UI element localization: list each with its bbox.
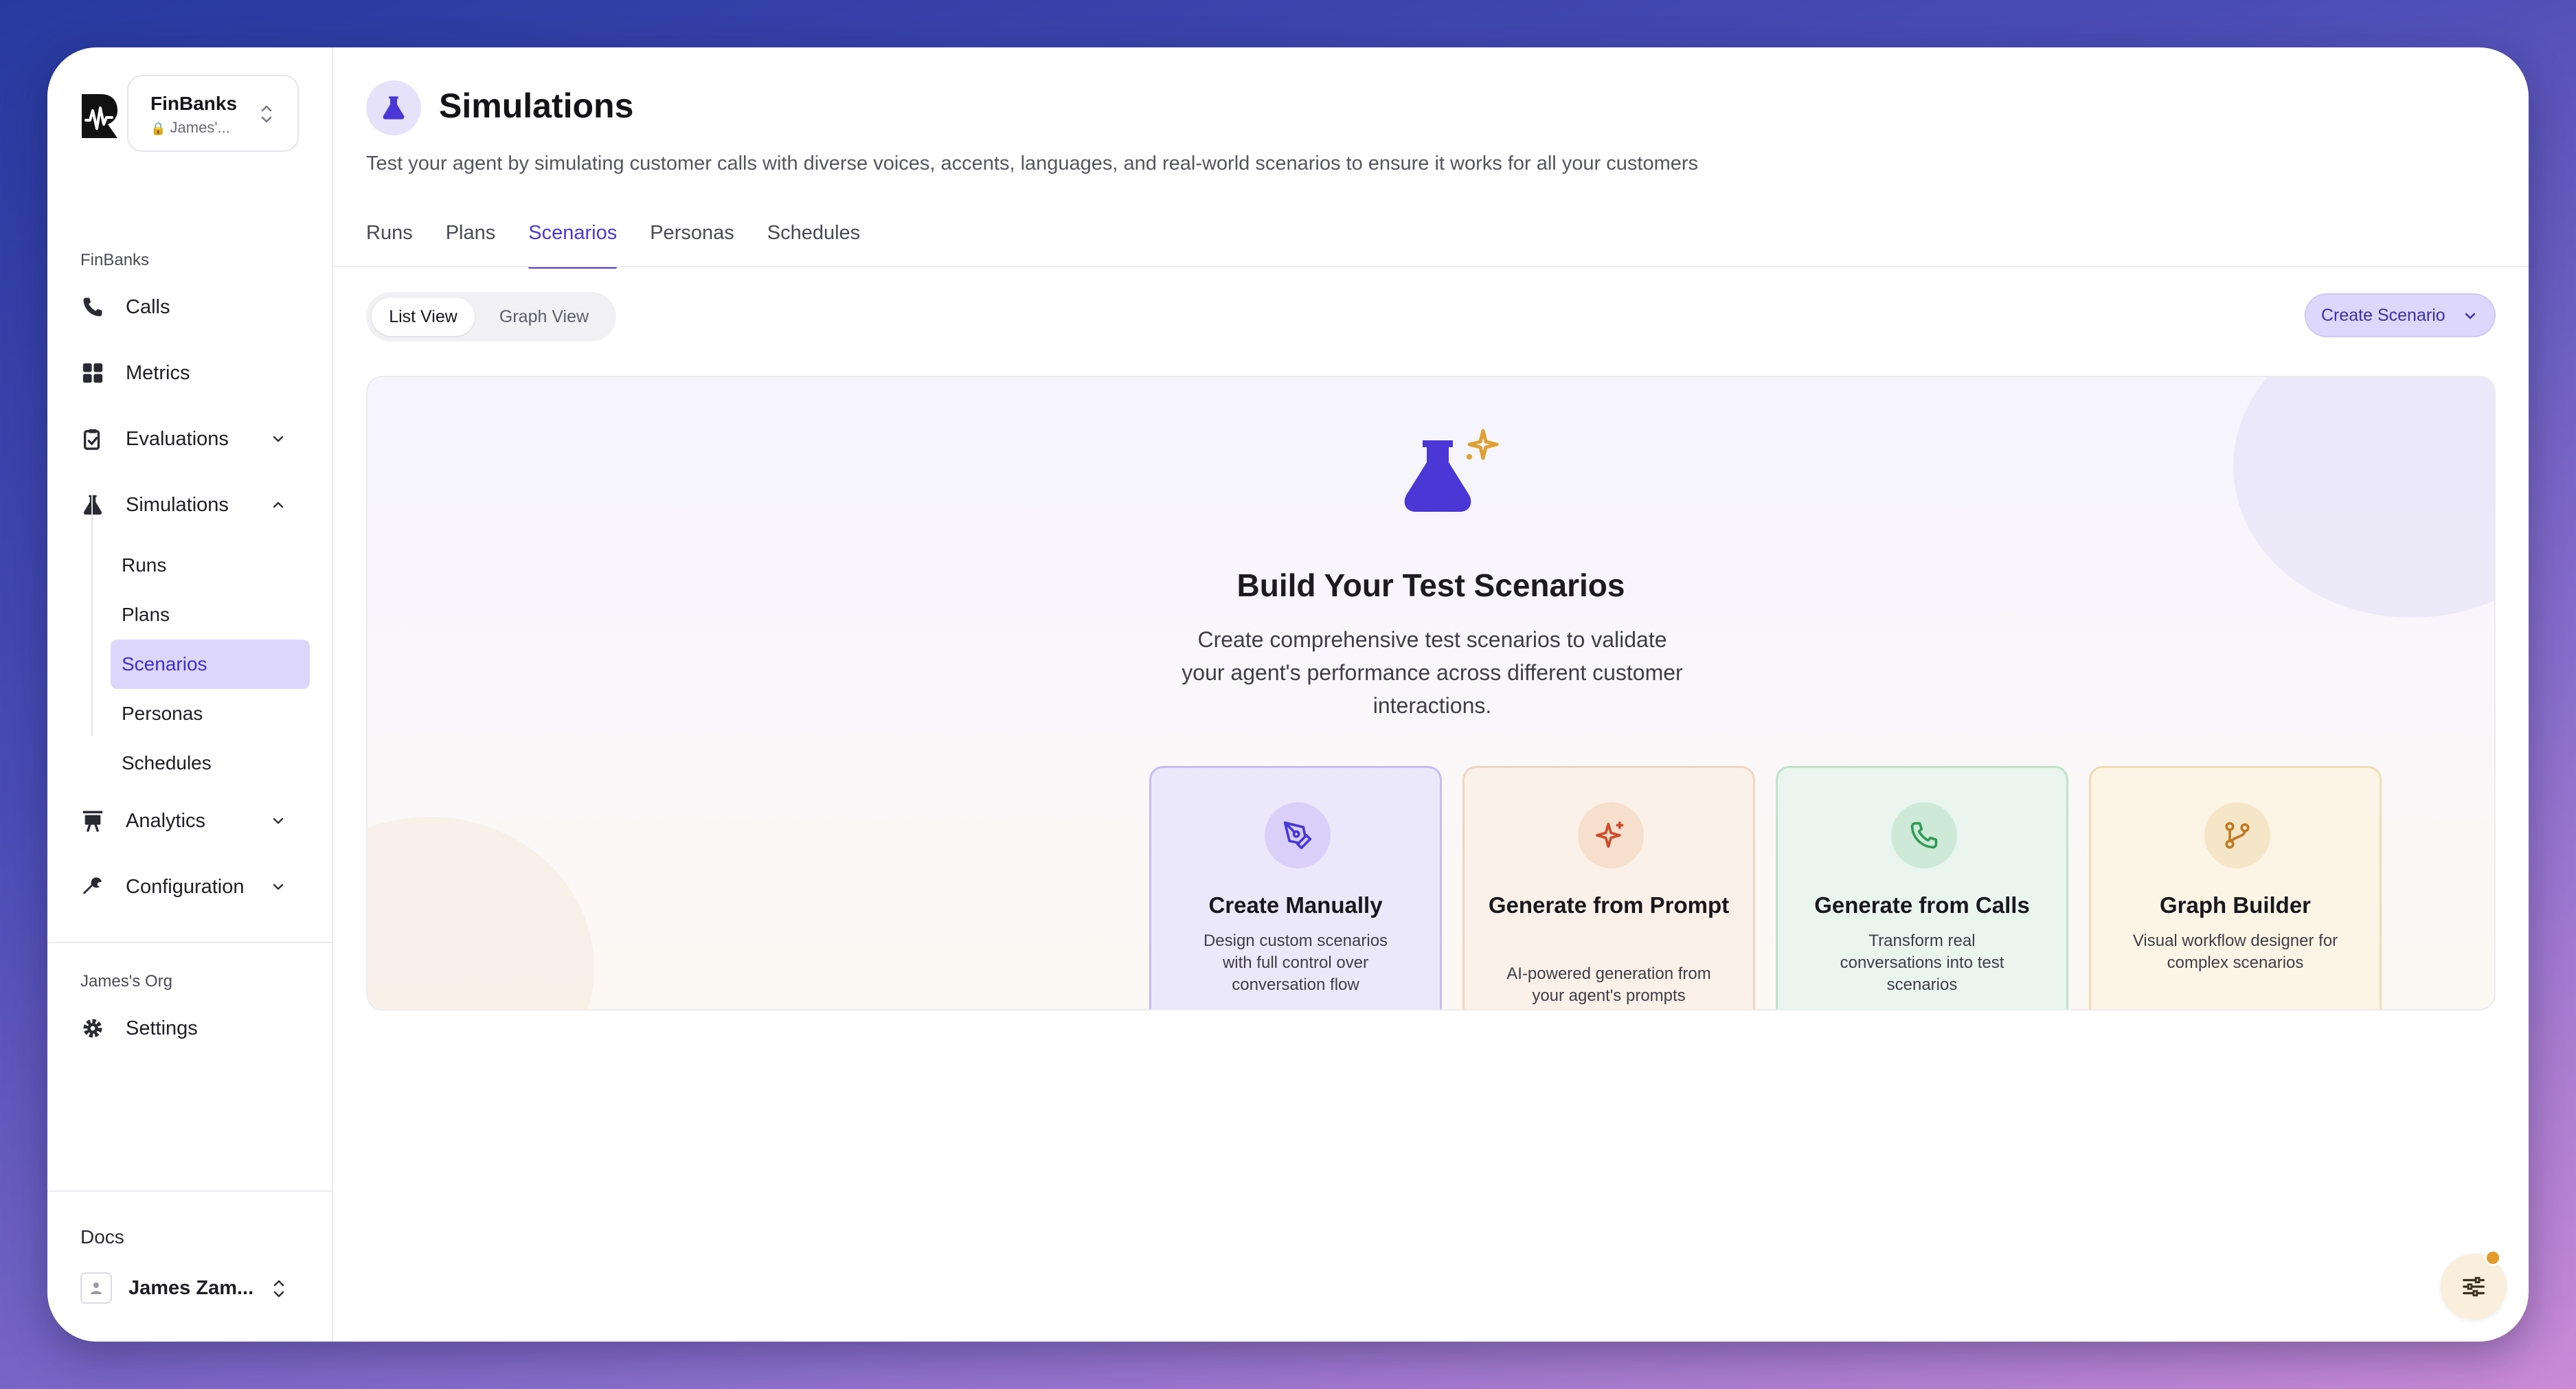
sidebar-item-analytics[interactable]: Analytics <box>80 800 314 842</box>
chevron-down-icon <box>273 436 284 442</box>
section-label-finbanks: FinBanks <box>80 251 150 269</box>
chevron-down-icon <box>273 817 284 824</box>
wrench-icon <box>80 874 105 899</box>
sidebar-item-evaluations[interactable]: Evaluations <box>80 418 314 460</box>
chevron-down-icon <box>273 883 284 890</box>
view-toggle: List View Graph View <box>366 292 616 341</box>
card-description: Visual workflow designer for complex sce… <box>2132 931 2338 972</box>
sidebar-item-settings[interactable]: Settings <box>80 1008 314 1049</box>
sidebar-item-configuration[interactable]: Configuration <box>80 866 314 907</box>
app-window: FinBanks 🔒 James'... FinBanks Calls Metr… <box>47 47 2529 1342</box>
page-title: Simulations <box>439 87 634 125</box>
docs-link[interactable]: Docs <box>80 1226 124 1248</box>
chevron-updown-icon <box>273 1280 284 1298</box>
notification-dot <box>2485 1250 2501 1266</box>
simulations-header-icon <box>366 80 421 135</box>
org-switcher[interactable]: FinBanks 🔒 James'... <box>127 75 299 152</box>
sidebar-subitem-plans[interactable]: Plans <box>111 590 310 640</box>
empty-state-description: Create comprehensive test scenarios to v… <box>1182 627 1683 718</box>
create-manually-card[interactable]: Create Manually Design custom scenarios … <box>1149 766 1442 1009</box>
card-title: Graph Builder <box>2159 892 2312 918</box>
phone-icon <box>80 295 105 319</box>
chevron-updown-icon <box>261 105 272 123</box>
git-branch-icon <box>2204 802 2270 868</box>
empty-state-panel: Build Your Test Scenarios Create compreh… <box>366 376 2496 1010</box>
sidebar-subitem-scenarios[interactable]: Scenarios <box>111 640 310 689</box>
submenu-line <box>91 494 93 736</box>
tab-plans[interactable]: Plans <box>446 219 496 269</box>
sidebar-item-calls[interactable]: Calls <box>80 286 314 328</box>
sidebar-subitem-runs[interactable]: Runs <box>111 541 310 590</box>
card-description: AI-powered generation from your agent's … <box>1506 964 1711 1005</box>
grid-icon <box>80 361 105 385</box>
pen-tool-icon <box>1265 802 1331 868</box>
phone-icon <box>1891 802 1957 868</box>
tabs-divider <box>333 266 2529 267</box>
avatar <box>80 1272 112 1304</box>
tab-runs[interactable]: Runs <box>366 219 413 269</box>
org-sub: 🔒 James'... <box>150 119 230 136</box>
graph-builder-card[interactable]: Graph Builder Visual workflow designer f… <box>2089 766 2382 1009</box>
sliders-icon <box>2463 1276 2485 1297</box>
create-scenario-button[interactable]: Create Scenario <box>2305 293 2496 337</box>
chevron-up-icon <box>273 501 284 508</box>
flask-icon <box>80 493 105 517</box>
chevron-down-icon <box>2465 313 2476 319</box>
app-logo-icon <box>82 94 117 138</box>
tab-bar: Runs Plans Scenarios Personas Schedules <box>366 219 893 269</box>
sidebar-subitem-personas[interactable]: Personas <box>111 689 310 738</box>
page-description: Test your agent by simulating customer c… <box>366 153 1699 174</box>
sparkle-icon <box>1578 802 1644 868</box>
graph-view-button[interactable]: Graph View <box>483 297 605 336</box>
tab-schedules[interactable]: Schedules <box>767 219 860 269</box>
lock-icon: 🔒 <box>150 122 166 135</box>
clipboard-check-icon <box>80 427 105 451</box>
tab-scenarios[interactable]: Scenarios <box>528 219 617 269</box>
user-menu[interactable]: James Zam... <box>80 1270 314 1306</box>
flask-sparkle-icon <box>1404 429 1499 512</box>
chart-icon <box>80 809 105 833</box>
sidebar-divider-bottom <box>47 1190 333 1192</box>
card-title: Generate from Prompt <box>1488 892 1730 918</box>
sidebar-subitem-schedules[interactable]: Schedules <box>111 738 310 788</box>
sidebar-divider <box>47 942 333 943</box>
empty-state-title: Build Your Test Scenarios <box>1236 567 1625 603</box>
tab-personas[interactable]: Personas <box>650 219 734 269</box>
decorative-blob <box>368 817 594 1009</box>
card-description: Transform real conversations into test s… <box>1840 931 2004 994</box>
generate-from-calls-card[interactable]: Generate from Calls Transform real conve… <box>1776 766 2068 1009</box>
org-name: FinBanks <box>150 93 238 114</box>
list-view-button[interactable]: List View <box>372 297 475 336</box>
card-title: Create Manually <box>1208 892 1383 918</box>
sidebar-item-simulations[interactable]: Simulations <box>80 484 314 526</box>
sidebar-item-metrics[interactable]: Metrics <box>80 352 314 394</box>
sidebar: FinBanks 🔒 James'... FinBanks Calls Metr… <box>47 47 333 1342</box>
settings-fab-button[interactable] <box>2441 1250 2507 1320</box>
main-content: Simulations Test your agent by simulatin… <box>333 47 2529 1342</box>
gear-icon <box>80 1016 105 1041</box>
card-description: Design custom scenarios with full contro… <box>1203 931 1388 994</box>
section-label-org: James's Org <box>80 972 172 991</box>
generate-from-prompt-card[interactable]: Generate from Prompt AI-powered generati… <box>1462 766 1755 1009</box>
card-title: Generate from Calls <box>1814 892 2030 918</box>
